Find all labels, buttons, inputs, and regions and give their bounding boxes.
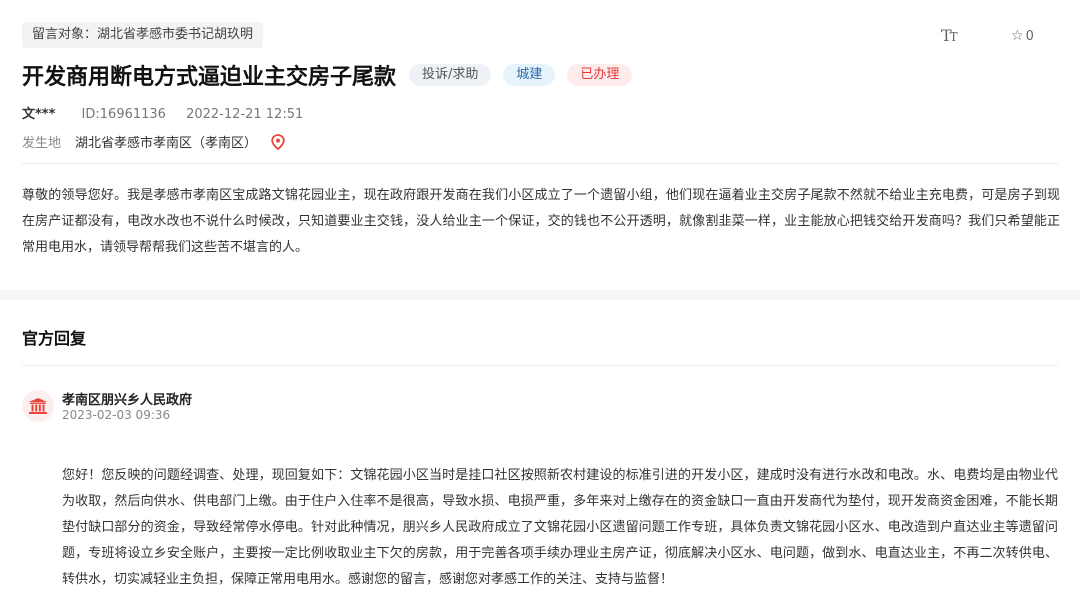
post-datetime: 2022-12-21 12:51	[186, 107, 304, 122]
government-building-icon	[22, 390, 54, 422]
favorite-count: 0	[1025, 29, 1034, 44]
reply-org-name: 孝南区朋兴乡人民政府	[62, 393, 193, 408]
section-gap	[0, 290, 1080, 300]
reply-date: 2023-02-03 09:36	[62, 408, 171, 422]
divider	[22, 365, 1058, 366]
location-value: 湖北省孝感市孝南区（孝南区）	[75, 136, 258, 151]
font-size-icon[interactable]: TT	[941, 26, 958, 45]
author-name: 文***	[22, 107, 56, 122]
target-tag: 留言对象：湖北省孝感市委书记胡玖明	[22, 22, 264, 48]
post-id: ID:16961136	[81, 107, 166, 122]
location-label: 发生地	[22, 136, 62, 151]
post-section: 留言对象：湖北省孝感市委书记胡玖明 TT ☆ 0 开发商用断电方式逼迫业主交房子尾…	[0, 0, 1080, 290]
category-badge: 城建	[503, 64, 556, 86]
location-pin-icon[interactable]	[271, 133, 285, 150]
official-reply-section: 官方回复 孝南区朋兴乡人民政府 2023-02-03 09:36 您好！您反映的…	[0, 300, 1080, 613]
status-badge: 已办理	[567, 64, 633, 86]
star-icon: ☆	[1011, 28, 1024, 44]
location-row: 发生地 湖北省孝感市孝南区（孝南区）	[22, 132, 285, 151]
reply-content: 您好！您反映的问题经调查、处理，现回复如下：文锦花园小区当时是挂口社区按照新农村…	[62, 468, 1058, 587]
post-content: 尊敬的领导您好。我是孝感市孝南区宝成路文锦花园业主，现在政府跟开发商在我们小区成…	[22, 188, 1060, 255]
reply-section-title: 官方回复	[22, 329, 87, 348]
divider	[22, 163, 1058, 164]
type-badge: 投诉/求助	[409, 64, 492, 86]
title-row: 开发商用断电方式逼迫业主交房子尾款 投诉/求助 城建 已办理	[22, 60, 644, 90]
post-meta: 文*** ID:16961136 2022-12-21 12:51	[22, 103, 303, 122]
page-title: 开发商用断电方式逼迫业主交房子尾款	[22, 65, 397, 90]
favorite-button[interactable]: ☆ 0	[1011, 28, 1034, 44]
